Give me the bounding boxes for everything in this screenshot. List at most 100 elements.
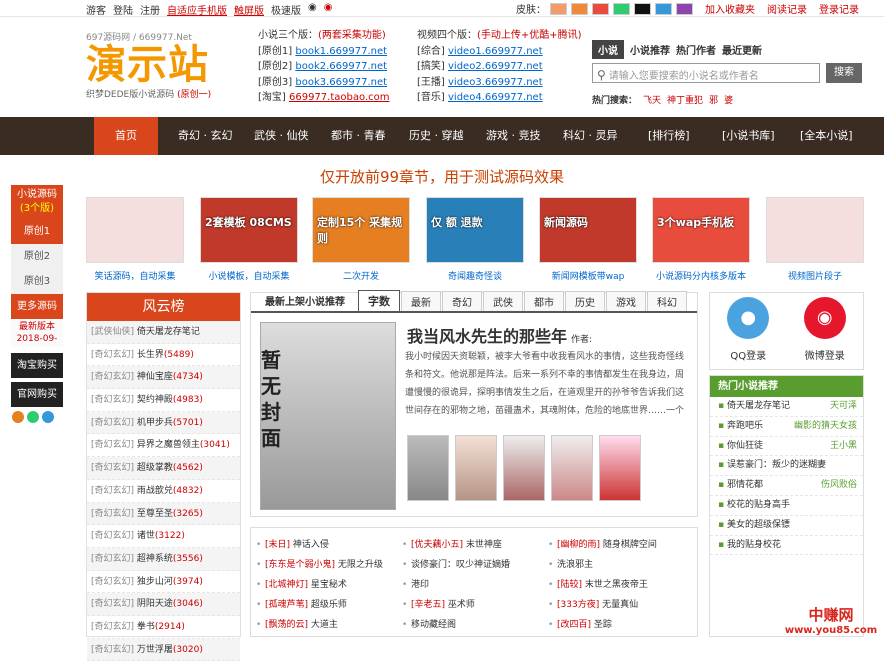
hot-recommend-row[interactable]: ▪ 奔跑吧乐 幽影的猜天女孩	[710, 417, 863, 437]
book-thumb[interactable]	[551, 435, 593, 501]
gallery-caption[interactable]: 小说模板，自动采集	[200, 269, 298, 282]
novel-link[interactable]: book3.669977.net	[295, 77, 387, 88]
tab-recommend[interactable]: 小说推荐	[630, 42, 670, 57]
hot-book-name[interactable]: ▪ 我的贴身校花	[718, 536, 781, 555]
hot-book-name[interactable]: ▪ 邪情花都	[718, 476, 763, 495]
novel-link[interactable]: book1.669977.net	[295, 46, 387, 57]
ranking-row[interactable]: [奇幻玄幻] 超神系统(3556)	[87, 547, 240, 571]
hot-recommend-row[interactable]: ▪ 邪情花都 伤风败俗	[710, 476, 863, 496]
gallery-item[interactable]: 新闻源码 新闻网模板带wap	[539, 197, 637, 289]
hot-book-author[interactable]: 伤风败俗	[821, 476, 857, 495]
skin-swatch[interactable]	[550, 2, 567, 15]
ranking-row[interactable]: [奇幻玄幻] 至尊至圣(3265)	[87, 502, 240, 526]
weibo-login[interactable]: ◉ 微博登录	[787, 293, 864, 369]
rank-book-name[interactable]: 神仙宝座	[137, 372, 173, 382]
gallery-caption[interactable]: 小说源码分内核多版本	[652, 269, 750, 282]
ranking-row[interactable]: [奇幻玄幻] 拳书(2914)	[87, 616, 240, 639]
skin-swatch[interactable]	[592, 2, 609, 15]
rank-book-name[interactable]: 倚天屠龙存笔记	[137, 327, 200, 337]
nav-ranking[interactable]: [排行榜]	[648, 117, 690, 155]
hot-recommend-row[interactable]: ▪ 校花的贴身高手	[710, 496, 863, 516]
hot-book-author[interactable]: 王小黑	[830, 437, 857, 456]
rank-book-name[interactable]: 雨战歆兑	[137, 486, 173, 496]
video-link[interactable]: video3.669977.net	[448, 77, 543, 88]
hot-search-word[interactable]: 飞天	[643, 93, 661, 106]
nav-game[interactable]: 游戏 · 竞技	[486, 117, 541, 155]
nav-library[interactable]: [小说书库]	[722, 117, 775, 155]
book-thumb[interactable]	[455, 435, 497, 501]
list-item[interactable]: [北城神灯] 星宝秘术	[251, 575, 397, 595]
gallery-caption[interactable]: 奇闻趣奇怪谈	[426, 269, 524, 282]
list-item[interactable]: [333方夜] 无量真仙	[543, 595, 689, 615]
touch-version-link[interactable]: 触屏版	[234, 2, 264, 17]
gallery-caption[interactable]: 笑话源码，自动采集	[86, 269, 184, 282]
login-link[interactable]: 登陆	[113, 2, 133, 17]
list-book-name[interactable]: 圣踪	[594, 620, 612, 630]
list-book-name[interactable]: 超级乐师	[311, 600, 347, 610]
list-item[interactable]: [飘荡的云] 大道主	[251, 615, 397, 635]
rank-book-name[interactable]: 至尊至圣	[137, 509, 173, 519]
tab-hot-author[interactable]: 热门作者	[676, 42, 716, 57]
qq-icon[interactable]	[12, 411, 24, 423]
rank-book-name[interactable]: 独步山河	[137, 577, 173, 587]
rank-book-name[interactable]: 超神系统	[137, 554, 173, 564]
rank-book-name[interactable]: 超级掌教	[137, 463, 173, 473]
nav-completed[interactable]: [全本小说]	[800, 117, 853, 155]
more-source-button[interactable]: 更多源码	[11, 294, 63, 319]
list-item[interactable]: 谈修豪门：叹少神证嫡婚	[397, 555, 543, 575]
gallery-item[interactable]: 笑话源码，自动采集	[86, 197, 184, 289]
qq-icon[interactable]: ◉	[308, 2, 317, 17]
hot-search-word[interactable]: 婆	[724, 93, 733, 106]
list-book-name[interactable]: 星宝秘术	[311, 580, 347, 590]
gallery-caption[interactable]: 视频图片段子	[766, 269, 864, 282]
hot-book-name[interactable]: ▪ 倚天屠龙存笔记	[718, 397, 790, 416]
search-input[interactable]: ⚲ 请输入您要搜索的小说名或作者名	[592, 63, 820, 83]
ranking-row[interactable]: [奇幻玄幻] 诸世(3122)	[87, 525, 240, 548]
reading-history-link[interactable]: 阅读记录	[767, 1, 807, 16]
list-book-name[interactable]: 巫术师	[448, 600, 475, 610]
skin-swatch[interactable]	[571, 2, 588, 15]
book-thumb[interactable]	[407, 435, 449, 501]
nav-scifi[interactable]: 科幻 · 灵异	[563, 117, 618, 155]
list-book-name[interactable]: 随身棋牌空间	[603, 540, 657, 550]
qq-login[interactable]: ● QQ登录	[710, 293, 787, 369]
gallery-item[interactable]: 仅 额 退款 奇闻趣奇怪谈	[426, 197, 524, 289]
ranking-row[interactable]: [奇幻玄幻] 超级掌教(4562)	[87, 457, 240, 480]
ranking-row[interactable]: [奇幻玄幻] 契约神殿(4983)	[87, 389, 240, 412]
book-thumb[interactable]	[503, 435, 545, 501]
rank-book-name[interactable]: 拳书	[137, 622, 155, 632]
novel-link[interactable]: book2.669977.net	[295, 61, 387, 72]
hot-book-name[interactable]: ▪ 误惹豪门：叛少的迷糊妻	[718, 456, 826, 475]
mobile-version-link[interactable]: 自适应手机版	[167, 2, 227, 17]
site-logo[interactable]: 697源码网 / 669977.Net 演示站 织梦DEDE版小说源码 (原创一…	[86, 30, 246, 105]
left-item-original3[interactable]: 原创3	[11, 269, 63, 294]
tab-wuxia[interactable]: 武侠	[483, 291, 523, 311]
list-item[interactable]: [孤魂芦苇] 超级乐师	[251, 595, 397, 615]
hot-recommend-row[interactable]: ▪ 你仙狂徒 王小黑	[710, 437, 863, 457]
ranking-row[interactable]: [奇幻玄幻] 机甲步兵(5701)	[87, 411, 240, 435]
tab-scifi[interactable]: 科幻	[647, 291, 687, 311]
hot-book-author[interactable]: 幽影的猜天女孩	[794, 417, 857, 436]
skin-swatch[interactable]	[655, 2, 672, 15]
hot-book-name[interactable]: ▪ 美女的超级保镖	[718, 516, 790, 535]
rank-book-name[interactable]: 万世浮屠	[137, 645, 173, 655]
tab-recent-update[interactable]: 最近更新	[722, 42, 762, 57]
video-link[interactable]: video4.669977.net	[448, 92, 543, 103]
weibo-icon[interactable]: ◉	[324, 2, 333, 17]
ranking-row[interactable]: [奇幻玄幻] 异界之魔兽领主(3041)	[87, 434, 240, 458]
tab-fantasy[interactable]: 奇幻	[442, 291, 482, 311]
rank-book-name[interactable]: 契约神殿	[137, 395, 173, 405]
rank-book-name[interactable]: 机甲步兵	[137, 418, 173, 428]
nav-home[interactable]: 首页	[94, 117, 158, 155]
list-book-name[interactable]: 末世神座	[466, 540, 502, 550]
nav-wuxia[interactable]: 武侠 · 仙侠	[254, 117, 309, 155]
hot-search-word[interactable]: 神丁重犯	[667, 93, 703, 106]
left-item-original2[interactable]: 原创2	[11, 244, 63, 269]
nav-fantasy[interactable]: 奇幻 · 玄幻	[178, 117, 233, 155]
register-link[interactable]: 注册	[140, 2, 160, 17]
gallery-item[interactable]: 视频图片段子	[766, 197, 864, 289]
left-item-original1[interactable]: 原创1	[11, 219, 63, 244]
rank-book-name[interactable]: 异界之魔兽领主	[137, 440, 200, 450]
ranking-row[interactable]: [奇幻玄幻] 阴阳天途(3046)	[87, 593, 240, 616]
taobao-buy-button[interactable]: 淘宝购买	[11, 353, 63, 378]
